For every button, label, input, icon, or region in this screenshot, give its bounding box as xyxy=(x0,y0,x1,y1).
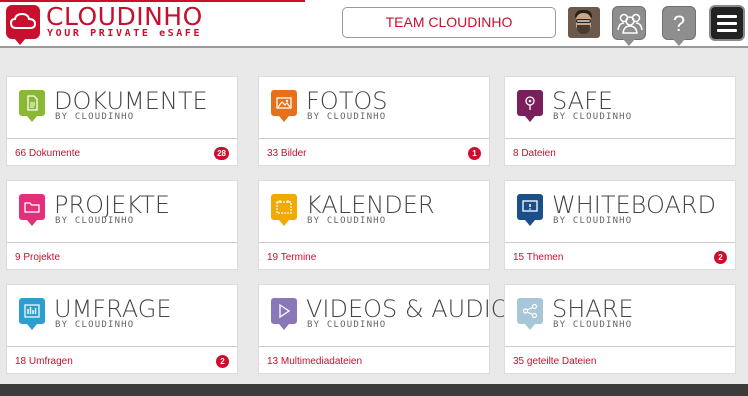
folder-icon xyxy=(19,194,45,226)
tile-kalender[interactable]: KALENDER BY CLOUDINHO 19 Termine xyxy=(258,180,490,270)
tile-divider xyxy=(259,138,489,139)
tile-divider xyxy=(505,242,735,243)
tile-divider xyxy=(7,138,237,139)
tile-byline: BY CLOUDINHO xyxy=(553,216,633,226)
tile-byline: BY CLOUDINHO xyxy=(55,320,135,330)
logo-subtitle: YOUR PRIVATE eSAFE xyxy=(47,28,203,39)
play-icon xyxy=(271,298,297,330)
tile-divider xyxy=(7,346,237,347)
tile-title: SAFE xyxy=(552,87,614,115)
tile-count[interactable]: 19 Termine xyxy=(267,252,316,263)
help-icon: ? xyxy=(672,11,686,36)
tile-count[interactable]: 18 Umfragen xyxy=(15,356,73,367)
tile-count[interactable]: 8 Dateien xyxy=(513,148,556,159)
tile-divider xyxy=(259,242,489,243)
user-avatar[interactable] xyxy=(568,7,600,38)
tile-count[interactable]: 15 Themen xyxy=(513,252,563,263)
tile-title: KALENDER xyxy=(306,191,435,219)
tile-byline: BY CLOUDINHO xyxy=(307,216,387,226)
tile-count[interactable]: 66 Dokumente xyxy=(15,148,80,159)
image-icon xyxy=(271,90,297,122)
tile-videos-audio[interactable]: VIDEOS & AUDIO BY CLOUDINHO 13 Multimediad… xyxy=(258,284,510,374)
tile-title: DOKUMENTE xyxy=(54,87,208,115)
tile-byline: BY CLOUDINHO xyxy=(307,112,387,122)
team-button[interactable]: TEAM CLOUDINHO xyxy=(342,7,556,38)
users-group-button[interactable] xyxy=(612,6,646,46)
tile-byline: BY CLOUDINHO xyxy=(553,320,633,330)
tile-divider xyxy=(505,346,735,347)
top-header: CLOUDINHO YOUR PRIVATE eSAFE TEAM CLOUDI… xyxy=(0,0,748,48)
tile-title: SHARE xyxy=(552,295,634,323)
tile-divider xyxy=(7,242,237,243)
tile-title: FOTOS xyxy=(306,87,388,115)
tile-projekte[interactable]: PROJEKTE BY CLOUDINHO 9 Projekte xyxy=(6,180,238,270)
help-button[interactable]: ? xyxy=(662,6,696,46)
tile-title: WHITEBOARD xyxy=(552,191,717,219)
calendar-icon xyxy=(271,194,297,226)
logo-title: CLOUDINHO xyxy=(46,2,203,31)
whiteboard-icon xyxy=(517,194,543,226)
tile-divider xyxy=(505,138,735,139)
tile-share[interactable]: SHARE BY CLOUDINHO 35 geteilte Dateien xyxy=(504,284,736,374)
cloud-logo-icon[interactable] xyxy=(6,5,40,45)
tile-count[interactable]: 33 Bilder xyxy=(267,148,306,159)
tile-count[interactable]: 13 Multimediadateien xyxy=(267,356,362,367)
tile-dokumente[interactable]: DOKUMENTE BY CLOUDINHO 66 Dokumente 28 xyxy=(6,76,238,166)
share-icon xyxy=(517,298,543,330)
notification-badge: 1 xyxy=(468,147,481,160)
tile-byline: BY CLOUDINHO xyxy=(55,216,135,226)
footer-bar xyxy=(0,384,748,396)
tile-byline: BY CLOUDINHO xyxy=(55,112,135,122)
tile-count[interactable]: 35 geteilte Dateien xyxy=(513,356,596,367)
tile-count[interactable]: 9 Projekte xyxy=(15,252,60,263)
tile-title: PROJEKTE xyxy=(54,191,170,219)
tile-byline: BY CLOUDINHO xyxy=(553,112,633,122)
tile-title: VIDEOS & AUDIO xyxy=(306,295,510,323)
menu-button[interactable] xyxy=(709,5,745,41)
safe-icon xyxy=(517,90,543,122)
notification-badge: 2 xyxy=(714,251,727,264)
tile-whiteboard[interactable]: WHITEBOARD BY CLOUDINHO 15 Themen 2 xyxy=(504,180,736,270)
document-icon xyxy=(19,90,45,122)
tile-divider xyxy=(259,346,489,347)
tile-byline: BY CLOUDINHO xyxy=(307,320,387,330)
tile-umfrage[interactable]: UMFRAGE BY CLOUDINHO 18 Umfragen 2 xyxy=(6,284,238,374)
tile-safe[interactable]: SAFE BY CLOUDINHO 8 Dateien xyxy=(504,76,736,166)
tile-title: UMFRAGE xyxy=(54,295,172,323)
tile-fotos[interactable]: FOTOS BY CLOUDINHO 33 Bilder 1 xyxy=(258,76,490,166)
notification-badge: 28 xyxy=(214,147,229,160)
users-group-icon xyxy=(617,13,643,34)
notification-badge: 2 xyxy=(216,355,229,368)
poll-icon xyxy=(19,298,45,330)
